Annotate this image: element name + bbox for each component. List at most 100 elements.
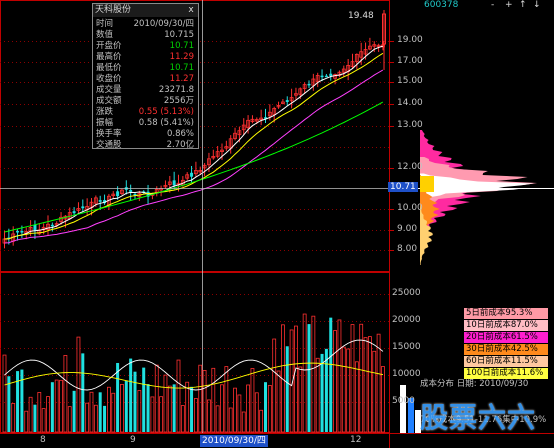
volume-bar — [159, 396, 164, 433]
cost-legend-item: 60日前成本11.5% — [464, 356, 548, 367]
volume-bar — [41, 408, 46, 433]
volume-bar — [237, 394, 242, 433]
candle-body — [33, 224, 37, 231]
popup-row-value: 11.29 — [169, 52, 194, 62]
candle-body — [16, 230, 20, 233]
candle-body — [285, 100, 289, 102]
volume-tick-label: 10000 — [392, 369, 421, 379]
popup-row-key: 涨跌 — [96, 107, 114, 117]
popup-row-key: 成交额 — [96, 96, 122, 106]
candle-body — [320, 75, 324, 78]
volume-bar — [285, 346, 289, 432]
arrow-down-button[interactable]: ↓ — [533, 0, 541, 10]
current-price-marker: 10.71 — [388, 182, 418, 192]
volume-bar — [7, 376, 11, 432]
volume-bar — [67, 406, 72, 433]
candle-body — [129, 190, 133, 192]
volume-bar — [54, 379, 59, 433]
volume-bar — [346, 348, 351, 433]
volume-bar — [233, 387, 237, 433]
price-tick-label: 14.00 — [397, 98, 423, 108]
price-tick-label: 19.00 — [397, 35, 423, 45]
popup-row-key: 数值 — [96, 30, 114, 40]
date-tick-label: 9 — [130, 435, 136, 445]
popup-row-value: 2010/09/30/四 — [133, 19, 194, 29]
price-tick-label: 17.00 — [397, 56, 423, 66]
popup-row-key: 交通股 — [96, 140, 122, 150]
cost-legend-item: 20日前成本61.5% — [464, 332, 548, 343]
high-price-label: 19.48 — [348, 11, 374, 21]
popup-row: 换手率 0.86% — [93, 129, 198, 140]
volume-bar — [294, 325, 298, 433]
zoom-out-button[interactable]: - — [491, 0, 494, 10]
volume-bar — [276, 370, 281, 433]
volume-bar — [124, 381, 128, 432]
popup-row-value: 23271.8 — [158, 85, 194, 95]
volume-bar — [50, 382, 54, 432]
popup-row-value: 0.55 (5.13%) — [138, 107, 194, 117]
volume-bar — [163, 374, 168, 433]
candle-body — [307, 83, 311, 86]
candle-body — [116, 191, 120, 197]
popup-row: 数值 10.715 — [93, 30, 198, 41]
popup-row-key: 开盘价 — [96, 41, 122, 51]
candle-body — [20, 231, 24, 233]
zoom-in-button[interactable]: + — [505, 0, 513, 10]
volume-bar — [172, 384, 176, 432]
date-tick-label: 12 — [350, 435, 362, 445]
volume-bar — [307, 324, 311, 432]
volume-bar — [11, 402, 16, 433]
candle-body — [50, 224, 54, 227]
cost-legend-item: 100日前成本11.6% — [464, 368, 548, 379]
price-tick-label: 10.00 — [397, 203, 423, 213]
volume-bar — [250, 368, 255, 433]
candle-body — [98, 200, 102, 202]
crosshair-date: 2010/09/30/四 — [200, 435, 268, 447]
volume-bar — [24, 410, 29, 433]
volume-bar — [120, 383, 124, 433]
price-tick-label: 8.00 — [397, 244, 418, 254]
volume-bar — [2, 354, 7, 433]
volume-bar — [228, 407, 233, 433]
volume-bar — [241, 411, 246, 433]
popup-row-value: 0.86% — [166, 129, 194, 139]
popup-row: 最高价 11.29 — [93, 52, 198, 63]
volume-bar — [202, 370, 207, 433]
volume-tick-label: 25000 — [392, 288, 421, 298]
volume-bar — [142, 367, 146, 432]
stock-code: 600378 — [424, 0, 459, 10]
volume-bar — [185, 381, 190, 433]
volume-bar — [76, 336, 81, 433]
close-icon[interactable]: x — [186, 5, 196, 15]
popup-row-value: 10.71 — [169, 41, 194, 51]
popup-title: 天科股份 — [93, 4, 198, 17]
volume-bar — [20, 369, 24, 432]
cost-legend-item: 10日前成本87.0% — [464, 320, 548, 331]
volume-bar — [63, 355, 68, 433]
popup-row-key: 振幅 — [96, 118, 114, 128]
volume-bar — [363, 337, 368, 433]
data-popup[interactable]: 天科股份 x 时间 2010/09/30/四 数值 10.715 开盘价 10.71 最高价… — [92, 3, 199, 151]
volume-bar — [254, 392, 259, 433]
stock-chart-window: 600378 - + ↑ ↓ 天科股份 x 时间 2010/09/30/四 数值 10… — [0, 0, 554, 448]
price-tick-label: 12.00 — [397, 162, 423, 172]
volume-bar — [207, 399, 211, 433]
popup-row: 时间 2010/09/30/四 — [93, 19, 198, 30]
volume-bar — [46, 396, 50, 433]
candle-body — [190, 172, 194, 177]
popup-row: 开盘价 10.71 — [93, 41, 198, 52]
arrow-up-button[interactable]: ↑ — [519, 0, 527, 10]
volume-bar — [180, 405, 185, 433]
volume-bar — [93, 404, 98, 433]
volume-bar — [85, 402, 90, 433]
popup-row-value: 2556万 — [163, 96, 194, 106]
volume-bar — [129, 358, 133, 432]
price-tick-label: 13.00 — [397, 120, 423, 130]
volume-bar — [190, 386, 194, 432]
volume-bar — [381, 366, 385, 433]
volume-bar — [81, 353, 85, 432]
popup-row: 交通股 2.70亿 — [93, 140, 198, 151]
cost-legend-item: 30日前成本42.5% — [464, 344, 548, 355]
popup-row-value: 2.70亿 — [166, 140, 194, 150]
popup-row: 成交量 23271.8 — [93, 85, 198, 96]
